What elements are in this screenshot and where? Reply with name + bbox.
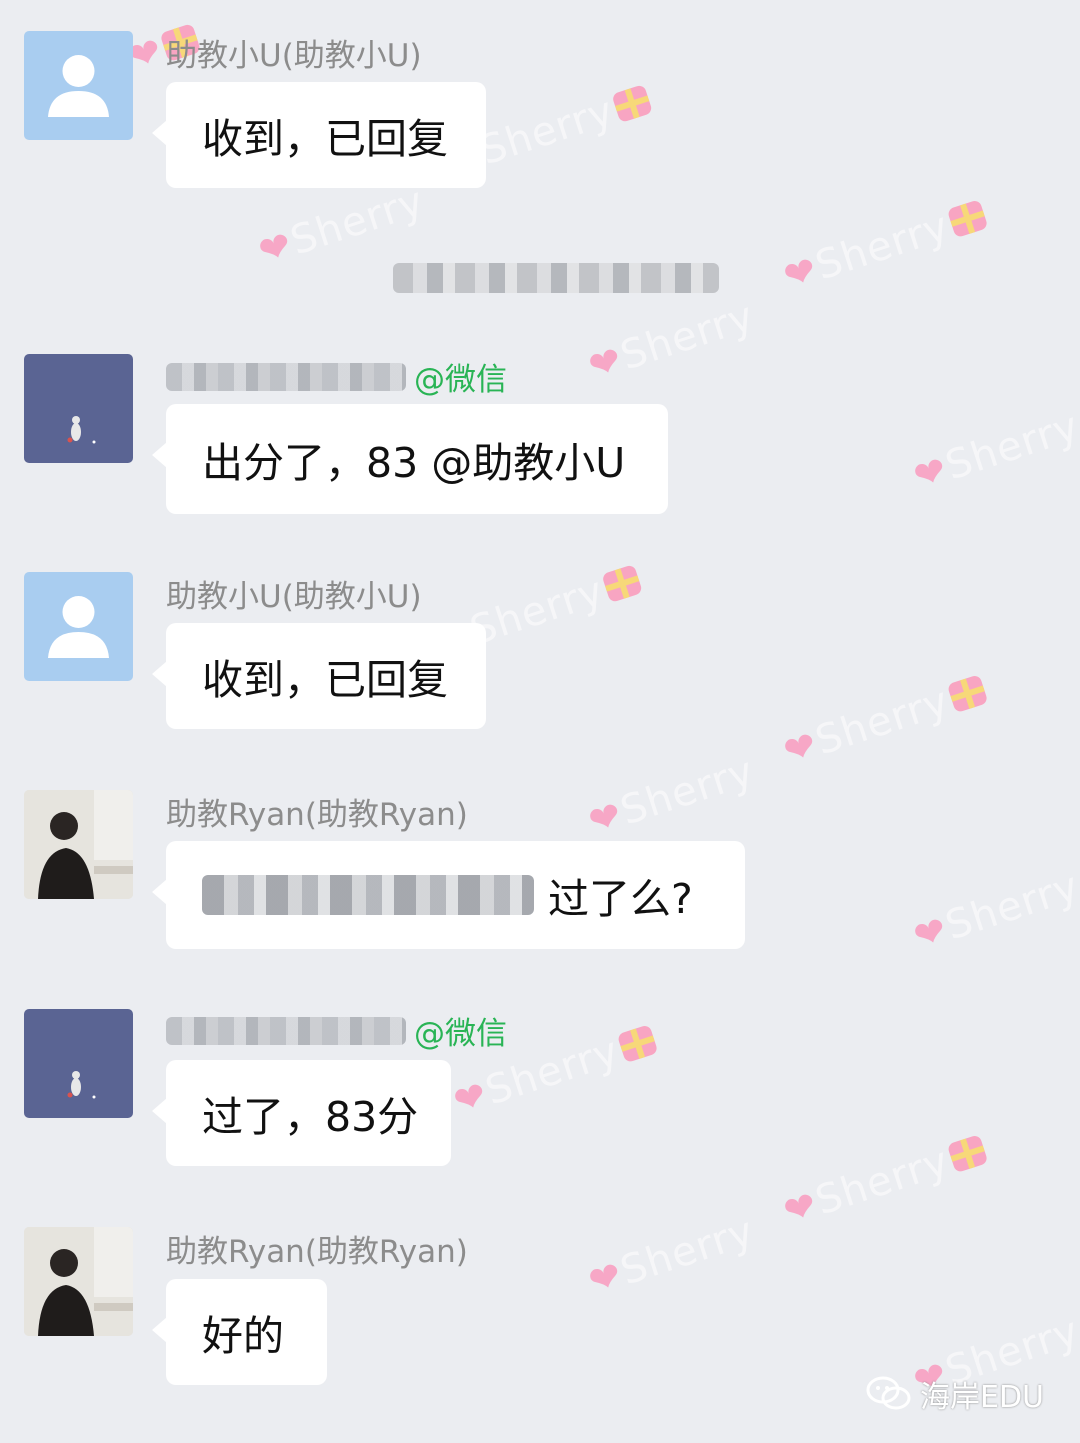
cat-mouse-avatar-icon	[67, 1071, 96, 1099]
person-photo-icon	[24, 790, 133, 899]
heart-icon: ❤	[448, 1072, 493, 1124]
heart-icon: ❤	[908, 447, 953, 499]
redacted-sender-name	[166, 1016, 406, 1045]
timestamp-redacted	[393, 263, 719, 293]
brand-watermark: 海岸EDU	[866, 1372, 1044, 1416]
heart-icon: ❤	[583, 337, 628, 389]
avatar[interactable]	[24, 31, 133, 140]
gift-icon	[601, 563, 644, 604]
message-text: 好的	[202, 1312, 284, 1360]
avatar[interactable]	[24, 1009, 133, 1118]
watermark: Sherry	[473, 76, 656, 175]
watermark: ❤ Sherry	[583, 748, 760, 844]
message-bubble[interactable]: 过了么?	[152, 841, 745, 949]
heart-icon: ❤	[778, 1182, 823, 1234]
message-text: 收到，已回复	[202, 656, 448, 704]
heart-icon: ❤	[583, 792, 628, 844]
message-bubble[interactable]: 收到，已回复	[152, 82, 486, 188]
wechat-suffix: @微信	[414, 362, 507, 398]
redacted-text	[202, 875, 534, 915]
avatar[interactable]	[24, 354, 133, 463]
watermark: ❤ Sherry	[253, 178, 430, 274]
watermark: ❤ Sherry	[583, 1208, 760, 1304]
default-user-icon	[48, 596, 109, 658]
avatar[interactable]	[24, 790, 133, 899]
gift-icon	[946, 674, 989, 714]
watermark: ❤ Sherry	[778, 1127, 991, 1235]
sender-name: 助教小U(助教小U)	[166, 38, 422, 74]
wechat-suffix: @微信	[414, 1016, 507, 1052]
sender-name: 助教Ryan(助教Ryan)	[166, 1234, 468, 1270]
heart-icon: ❤	[253, 222, 298, 274]
brand-text: 海岸EDU	[919, 1380, 1044, 1415]
message-bubble[interactable]: 收到，已回复	[152, 623, 486, 729]
message-bubble[interactable]: 过了，83分	[152, 1060, 451, 1166]
default-user-icon	[48, 55, 109, 117]
watermark: ❤ Sherry	[908, 403, 1080, 499]
watermark: Sherry	[463, 556, 646, 655]
gift-icon	[946, 199, 989, 239]
gift-icon	[611, 83, 654, 124]
watermark: ❤ Sherry	[583, 293, 760, 389]
gift-icon	[616, 1024, 659, 1064]
watermark: ❤ Sherry	[778, 667, 991, 775]
sender-name: 助教小U(助教小U)	[166, 579, 422, 615]
avatar[interactable]	[24, 572, 133, 681]
cat-mouse-avatar-icon	[67, 416, 96, 444]
heart-icon: ❤	[908, 907, 953, 959]
avatar[interactable]	[24, 1227, 133, 1336]
wechat-official-account-icon	[866, 1376, 911, 1410]
message-text: 过了么?	[548, 875, 693, 923]
message-text: 出分了，83 @助教小U	[202, 439, 626, 487]
message-bubble[interactable]: 出分了，83 @助教小U	[152, 404, 668, 514]
message-text: 收到，已回复	[202, 115, 448, 163]
heart-icon: ❤	[583, 1252, 628, 1304]
sender-name: @微信	[166, 1008, 507, 1053]
watermark: ❤ Sherry	[778, 192, 991, 300]
sender-name: @微信	[166, 354, 507, 399]
heart-icon: ❤	[778, 247, 823, 299]
message-bubble[interactable]: 好的	[152, 1279, 327, 1385]
heart-icon: ❤	[778, 722, 823, 774]
watermark: ❤ Sherry	[908, 863, 1080, 959]
message-text: 过了，83分	[202, 1093, 419, 1141]
person-photo-icon	[24, 1227, 133, 1336]
sender-name: 助教Ryan(助教Ryan)	[166, 797, 468, 833]
gift-icon	[946, 1134, 989, 1174]
redacted-sender-name	[166, 362, 406, 391]
